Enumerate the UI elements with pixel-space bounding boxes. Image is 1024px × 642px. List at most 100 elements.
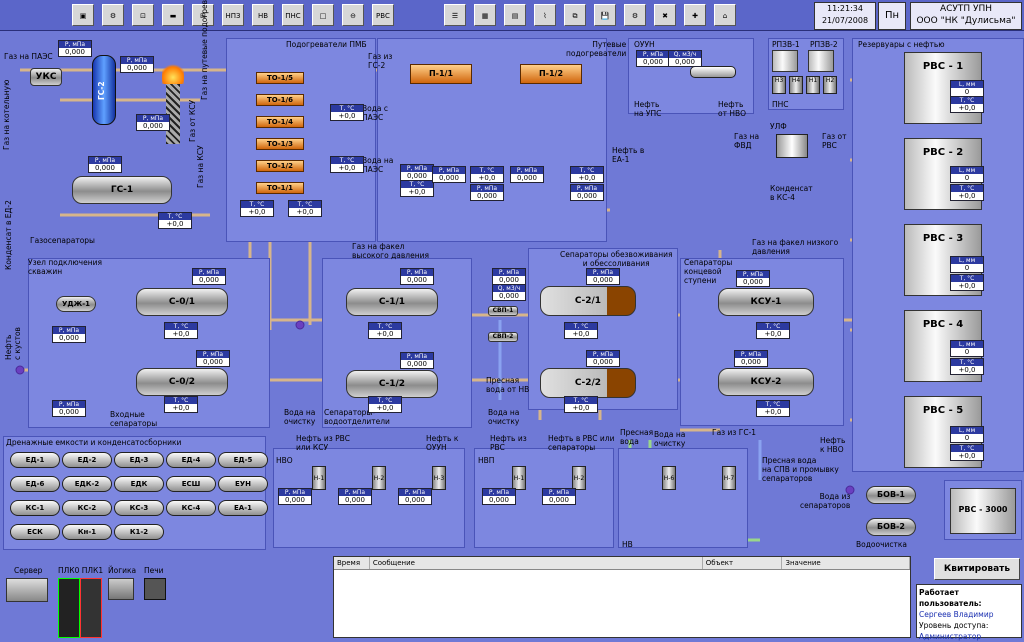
pns-pump-2[interactable]: Н1: [806, 76, 820, 94]
gauge-6[interactable]: T, °C +0,0: [288, 200, 322, 217]
heater-to-3[interactable]: ТО-1/3: [256, 138, 304, 150]
printer-icon[interactable]: [144, 578, 166, 600]
uks-unit[interactable]: УКС: [30, 68, 62, 86]
gauge-15[interactable]: T, °C +0,0: [570, 166, 604, 183]
ksu1-vessel[interactable]: КСУ-1: [718, 288, 814, 316]
c11-vessel[interactable]: С-1/1: [346, 288, 438, 316]
rpzv1-tank[interactable]: [772, 50, 798, 72]
gauge-5[interactable]: T, °C +0,0: [240, 200, 274, 217]
gauge-10[interactable]: T, °C +0,0: [400, 180, 434, 197]
acknowledge-button[interactable]: Квитировать: [934, 558, 1020, 580]
gauge-31[interactable]: P, мПа 0,000: [192, 268, 226, 285]
gauge-44[interactable]: T, °C +0,0: [564, 396, 598, 413]
svp1-unit[interactable]: СВП-1: [488, 306, 518, 316]
gauge-53[interactable]: P, мПа 0,000: [542, 488, 576, 505]
drain-5[interactable]: ЕД-6: [10, 476, 60, 492]
gauge-49[interactable]: P, мПа 0,000: [278, 488, 312, 505]
pump-nv-0[interactable]: Н-6: [662, 466, 676, 490]
gauge-17[interactable]: P, мПа 0,000: [636, 50, 670, 67]
drain-7[interactable]: ЕДК: [114, 476, 164, 492]
drain-10[interactable]: КС-1: [10, 500, 60, 516]
heater-p12[interactable]: П-1/2: [520, 64, 582, 84]
gauge-18[interactable]: Q, м3/ч 0,000: [668, 50, 702, 67]
gauge-34[interactable]: T, °C +0,0: [164, 396, 198, 413]
drain-2[interactable]: ЕД-3: [114, 452, 164, 468]
gauge-33[interactable]: P, мПа 0,000: [196, 350, 230, 367]
gauge-38[interactable]: T, °C +0,0: [368, 396, 402, 413]
gauge-43[interactable]: P, мПа 0,000: [586, 350, 620, 367]
gauge-36[interactable]: T, °C +0,0: [368, 322, 402, 339]
gauge-39[interactable]: P, мПа 0,000: [492, 268, 526, 285]
gauge-35[interactable]: P, мПа 0,000: [400, 268, 434, 285]
gauge-12[interactable]: T, °C +0,0: [470, 166, 504, 183]
drain-3[interactable]: ЕД-4: [166, 452, 216, 468]
gauge-0[interactable]: P, мПа 0,000: [58, 40, 92, 57]
gauge-13[interactable]: P, мПа 0,000: [470, 184, 504, 201]
yokogawa-icon[interactable]: [108, 578, 134, 600]
events-table[interactable]: Время Сообщение Объект Значение: [333, 556, 911, 638]
pns-pump-1[interactable]: Н4: [789, 76, 803, 94]
gauge-29[interactable]: P, мПа 0,000: [52, 326, 86, 343]
drain-15[interactable]: ЕСК: [10, 524, 60, 540]
gauge-27[interactable]: L, мм 0: [950, 426, 984, 443]
gauge-16[interactable]: P, мПа 0,000: [570, 184, 604, 201]
gauge-40[interactable]: Q, м3/ч 0,000: [492, 284, 526, 301]
rpzv2-tank[interactable]: [808, 50, 834, 72]
c21-vessel[interactable]: С-2/1: [540, 286, 636, 316]
drain-16[interactable]: Кн-1: [62, 524, 112, 540]
drain-4[interactable]: ЕД-5: [218, 452, 268, 468]
gauge-25[interactable]: L, мм 0: [950, 340, 984, 357]
pump-nvo-2[interactable]: Н-3: [432, 466, 446, 490]
pns-pump-3[interactable]: Н2: [823, 76, 837, 94]
heater-to-5[interactable]: ТО-1/1: [256, 182, 304, 194]
rvs3000-tank[interactable]: РВС - 3000: [950, 488, 1016, 534]
gauge-1[interactable]: P, мПа 0,000: [120, 56, 154, 73]
server-icon[interactable]: [6, 578, 48, 602]
heater-to-1[interactable]: ТО-1/6: [256, 94, 304, 106]
gauge-42[interactable]: T, °C +0,0: [564, 322, 598, 339]
plc0-icon[interactable]: [58, 578, 80, 638]
gauge-3[interactable]: T, °C +0,0: [158, 212, 192, 229]
c12-vessel[interactable]: С-1/2: [346, 370, 438, 398]
gauge-20[interactable]: T, °C +0,0: [950, 96, 984, 113]
drain-8[interactable]: ЕСШ: [166, 476, 216, 492]
gauge-28[interactable]: T, °C +0,0: [950, 444, 984, 461]
pump-nv-1[interactable]: Н-7: [722, 466, 736, 490]
gauge-14[interactable]: P, мПа 0,000: [510, 166, 544, 183]
gauge-2[interactable]: P, мПа 0,000: [136, 114, 170, 131]
gauge-7[interactable]: T, °C +0,0: [330, 104, 364, 121]
pump-nvo-1[interactable]: Н-2: [372, 466, 386, 490]
gauge-30[interactable]: P, мПа 0,000: [52, 400, 86, 417]
gauge-9[interactable]: P, мПа 0,000: [400, 164, 434, 181]
gauge-26[interactable]: T, °C +0,0: [950, 358, 984, 375]
ouun-meter[interactable]: [690, 66, 736, 78]
gauge-48[interactable]: T, °C +0,0: [756, 400, 790, 417]
gauge-22[interactable]: T, °C +0,0: [950, 184, 984, 201]
gauge-23[interactable]: L, мм 0: [950, 256, 984, 273]
gauge-46[interactable]: T, °C +0,0: [756, 322, 790, 339]
bov1-unit[interactable]: БОВ-1: [866, 486, 916, 504]
c22-vessel[interactable]: С-2/2: [540, 368, 636, 398]
pns-pump-0[interactable]: Н3: [772, 76, 786, 94]
gauge-4[interactable]: P, мПа 0,000: [88, 156, 122, 173]
pump-nvo-0[interactable]: Н-1: [312, 466, 326, 490]
gauge-51[interactable]: P, мПа 0,000: [398, 488, 432, 505]
drain-9[interactable]: ЕУН: [218, 476, 268, 492]
gauge-52[interactable]: P, мПа 0,000: [482, 488, 516, 505]
heater-to-0[interactable]: ТО-1/5: [256, 72, 304, 84]
bov2-unit[interactable]: БОВ-2: [866, 518, 916, 536]
heater-to-2[interactable]: ТО-1/4: [256, 116, 304, 128]
pump-nvp-1[interactable]: Н-2: [572, 466, 586, 490]
drain-0[interactable]: ЕД-1: [10, 452, 60, 468]
c02-vessel[interactable]: С-0/2: [136, 368, 228, 396]
gauge-45[interactable]: P, мПа 0,000: [736, 270, 770, 287]
pump-nvp-0[interactable]: Н-1: [512, 466, 526, 490]
gauge-19[interactable]: L, мм 0: [950, 80, 984, 97]
gs1-vessel[interactable]: ГС-1: [72, 176, 172, 204]
gauge-21[interactable]: L, мм 0: [950, 166, 984, 183]
gauge-32[interactable]: T, °C +0,0: [164, 322, 198, 339]
drain-13[interactable]: КС-4: [166, 500, 216, 516]
heater-to-4[interactable]: ТО-1/2: [256, 160, 304, 172]
gauge-11[interactable]: P, мПа 0,000: [432, 166, 466, 183]
heater-p11[interactable]: П-1/1: [410, 64, 472, 84]
